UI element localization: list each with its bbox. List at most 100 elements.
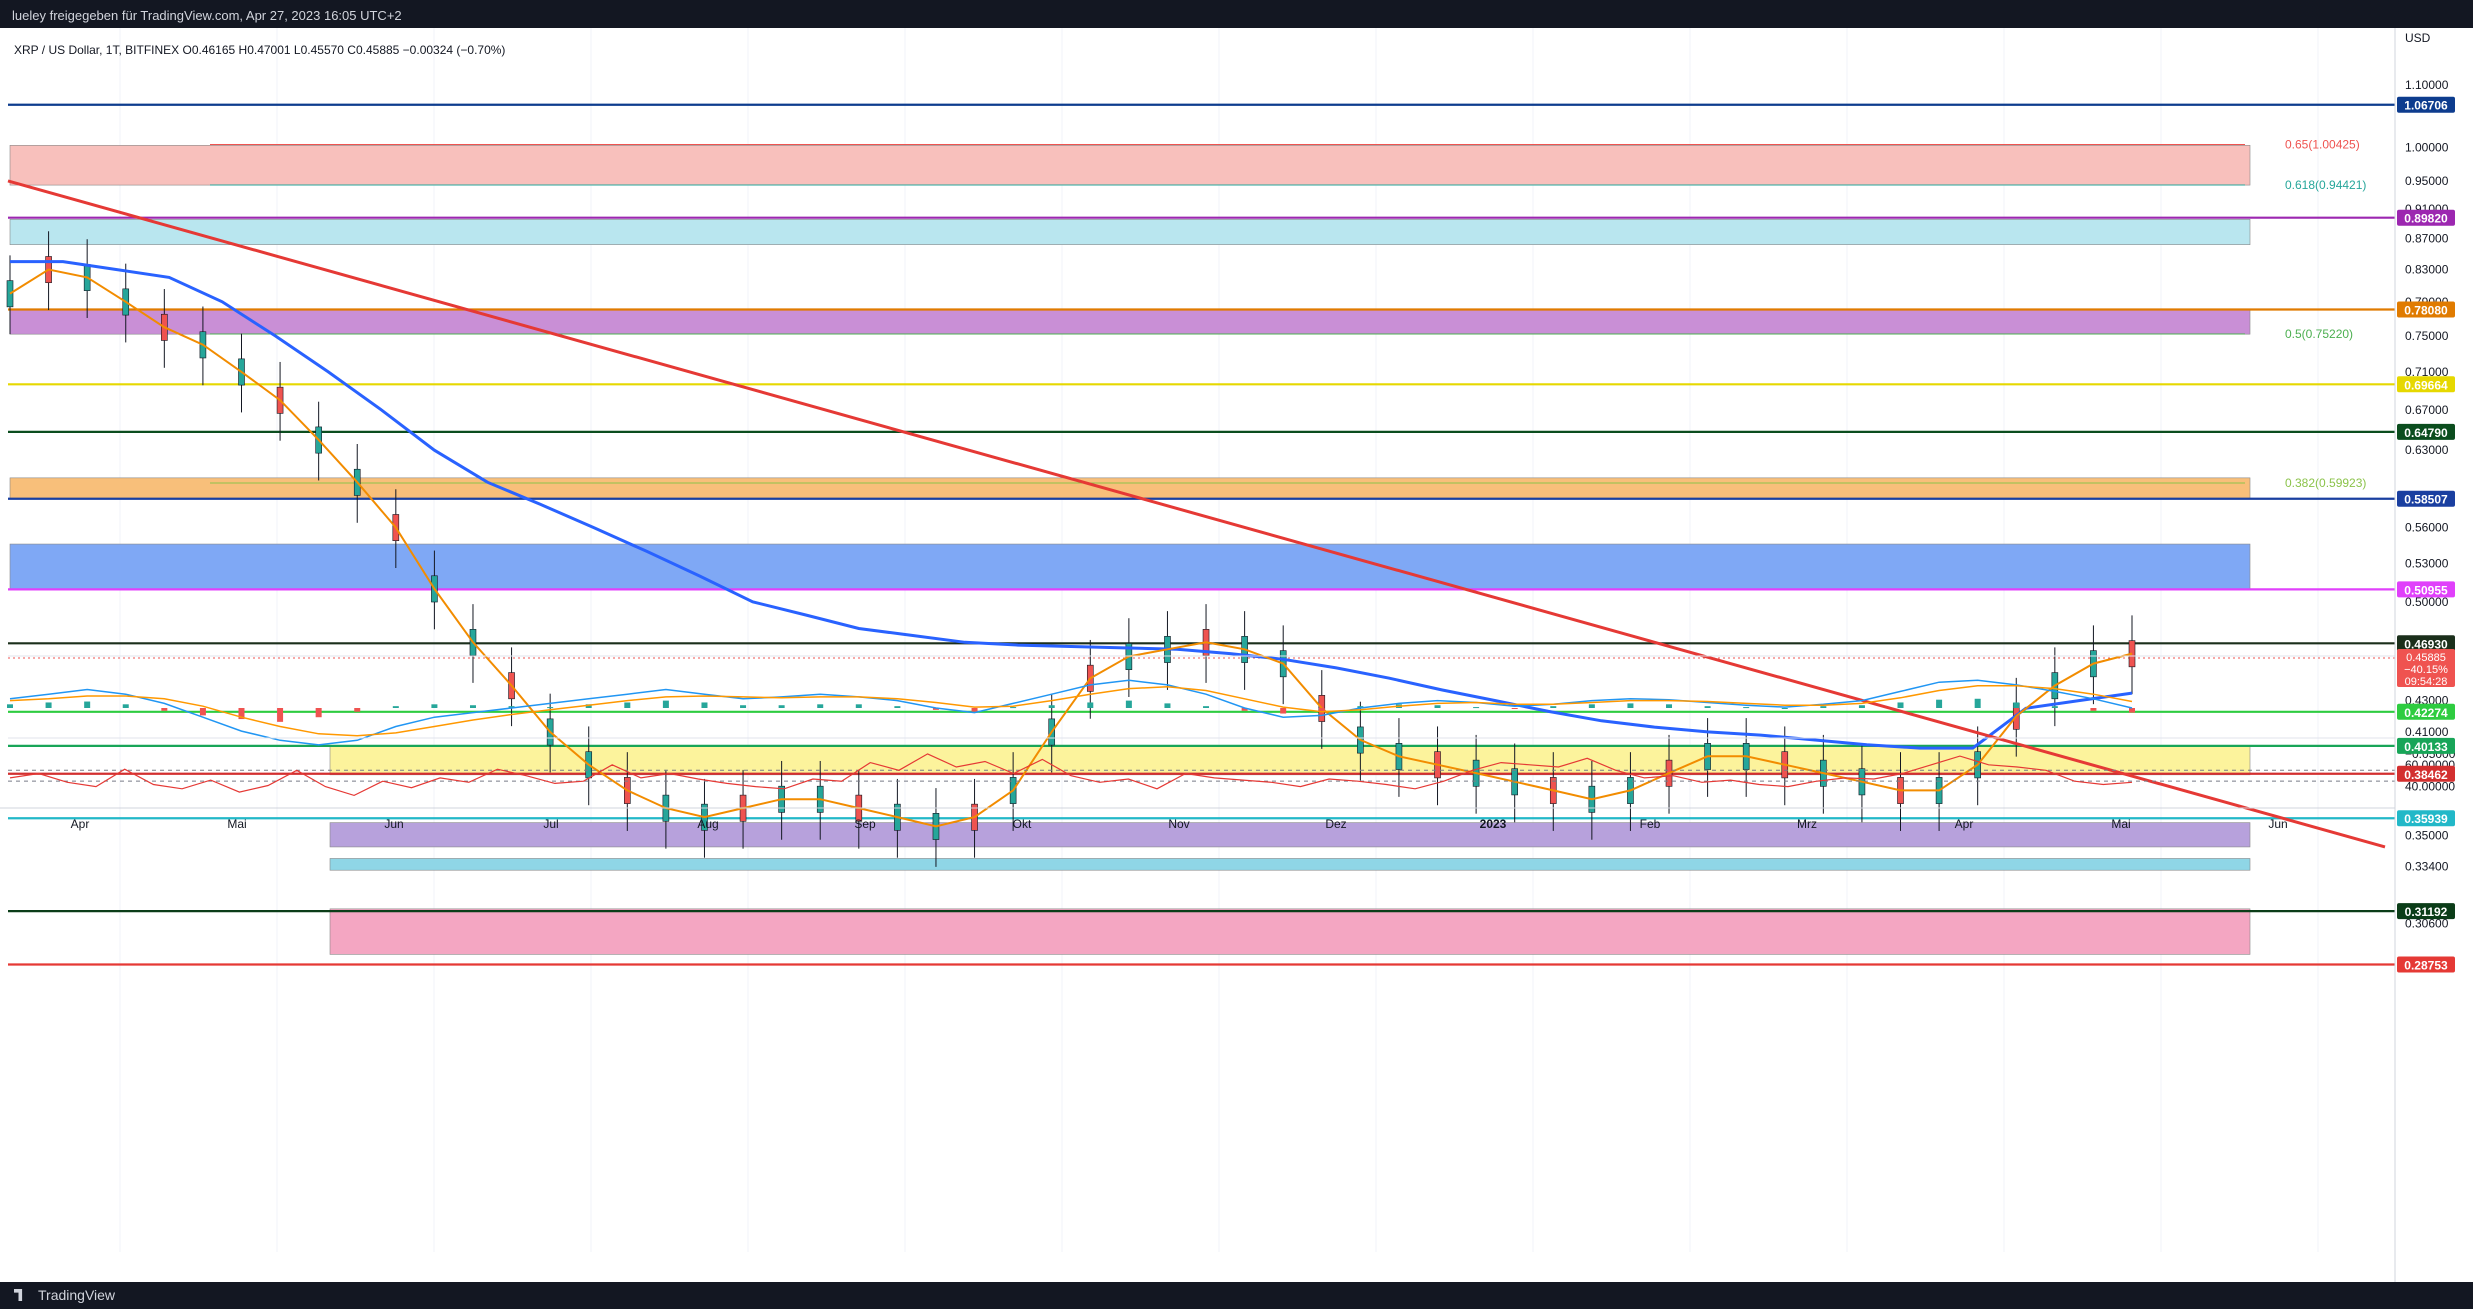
time-tick: Jul bbox=[543, 817, 558, 831]
chart-frame: USD 1.10000 1.00000 0.95000 0.91000 0.87000 0.… bbox=[0, 28, 2473, 1282]
macd-bar bbox=[971, 708, 978, 712]
price-marker-label: 0.40133 bbox=[2404, 740, 2448, 754]
macd-bar bbox=[778, 705, 785, 708]
time-tick: Jun bbox=[2268, 817, 2287, 831]
macd-bar bbox=[1897, 702, 1904, 708]
share-title: lueley freigegeben für TradingView.com, … bbox=[12, 8, 402, 23]
tradingview-icon bbox=[14, 1289, 23, 1301]
blue-zone bbox=[9, 543, 2251, 591]
price-marker-label: 0.31192 bbox=[2405, 905, 2448, 919]
macd-bar bbox=[1588, 704, 1595, 708]
fib-label: 0.382(0.59923) bbox=[2285, 476, 2366, 490]
macd-bar bbox=[1704, 706, 1711, 708]
price-marker-label: 0.69664 bbox=[2404, 378, 2448, 392]
price-tick: 1.00000 bbox=[2405, 140, 2449, 154]
time-tick: Feb bbox=[1640, 817, 1661, 831]
current-price-text: 09:54:28 bbox=[2405, 676, 2448, 688]
price-tick: 0.87000 bbox=[2405, 232, 2449, 246]
price-marker-label: 0.58507 bbox=[2404, 493, 2448, 507]
macd-bar bbox=[122, 704, 129, 708]
macd-bar bbox=[662, 700, 669, 708]
currency-label: USD bbox=[2405, 31, 2431, 45]
chart-canvas[interactable]: USD1.100001.000000.950000.910000.870000.… bbox=[0, 28, 2473, 1282]
price-tick: 0.75000 bbox=[2405, 329, 2449, 343]
macd-bar bbox=[84, 701, 91, 708]
cyan-zone-low bbox=[329, 858, 2251, 871]
macd-bar bbox=[701, 702, 708, 708]
macd-bar bbox=[1820, 706, 1827, 708]
price-marker-label: 0.42274 bbox=[2404, 706, 2448, 720]
time-tick: Okt bbox=[1013, 817, 1032, 831]
price-marker-label: 0.35939 bbox=[2404, 812, 2448, 826]
macd-bar bbox=[1511, 708, 1518, 709]
price-tick: 0.56000 bbox=[2405, 520, 2449, 534]
price-marker-label: 1.06706 bbox=[2404, 99, 2448, 113]
price-tick: 0.83000 bbox=[2405, 262, 2449, 276]
macd-bar bbox=[2013, 702, 2020, 708]
time-tick: Dez bbox=[1325, 817, 1346, 831]
current-price-text: −40.15% bbox=[2404, 664, 2448, 676]
pink-zone-low bbox=[329, 908, 2251, 955]
time-tick: Mai bbox=[227, 817, 246, 831]
macd-bar bbox=[354, 708, 361, 712]
macd-bar bbox=[1858, 705, 1865, 708]
purple-zone-high bbox=[9, 309, 2251, 335]
macd-bar bbox=[1473, 707, 1480, 709]
macd-bar bbox=[7, 704, 13, 708]
macd-bar bbox=[1087, 702, 1094, 708]
price-marker-label: 0.50955 bbox=[2404, 583, 2448, 597]
price-tick: 0.35000 bbox=[2405, 829, 2449, 843]
candle-body bbox=[6, 280, 14, 308]
macd-bar bbox=[161, 708, 168, 711]
tradingview-brand: TradingView bbox=[38, 1287, 116, 1303]
time-tick: Apr bbox=[1955, 817, 1974, 831]
macd-bar bbox=[315, 708, 322, 718]
price-tick: 0.41000 bbox=[2405, 725, 2449, 739]
macd-bar bbox=[199, 708, 206, 716]
macd-bar bbox=[1434, 705, 1441, 708]
macd-bar bbox=[2051, 706, 2058, 708]
time-tick: Aug bbox=[697, 817, 718, 831]
price-marker-label: 0.28753 bbox=[2404, 959, 2448, 973]
macd-bar bbox=[1781, 708, 1788, 709]
macd-bar bbox=[1280, 708, 1287, 714]
macd-bar bbox=[1627, 703, 1634, 708]
time-tick: Nov bbox=[1168, 817, 1189, 831]
price-marker-label: 0.78080 bbox=[2404, 304, 2448, 318]
macd-bar bbox=[894, 706, 901, 708]
fib-label: 0.618(0.94421) bbox=[2285, 178, 2366, 192]
time-tick: 2023 bbox=[1480, 817, 1507, 831]
cyan-zone-high bbox=[9, 219, 2251, 245]
time-tick: Jun bbox=[384, 817, 403, 831]
macd-bar bbox=[392, 706, 399, 708]
price-tick: 0.53000 bbox=[2405, 557, 2449, 571]
macd-bar bbox=[1550, 706, 1557, 708]
macd-bar bbox=[45, 702, 52, 708]
price-tick: 0.33400 bbox=[2405, 859, 2449, 873]
symbol-legend: XRP / US Dollar, 1T, BITFINEX O0.46165 H… bbox=[14, 43, 505, 57]
bottom-bar: TradingView bbox=[0, 1282, 2473, 1309]
macd-bar bbox=[1666, 704, 1673, 708]
macd-bar bbox=[431, 704, 438, 708]
macd-bar bbox=[1974, 698, 1981, 708]
macd-bar bbox=[855, 704, 862, 708]
macd-bar bbox=[547, 707, 554, 709]
price-marker-label: 0.38462 bbox=[2404, 768, 2448, 782]
price-marker-label: 0.89820 bbox=[2404, 212, 2448, 226]
price-tick: 0.95000 bbox=[2405, 174, 2449, 188]
macd-bar bbox=[817, 704, 824, 708]
macd-bar bbox=[1125, 700, 1132, 708]
fib-label: 0.5(0.75220) bbox=[2285, 327, 2353, 341]
time-tick: Mai bbox=[2111, 817, 2130, 831]
tradingview-logo[interactable]: TradingView bbox=[14, 1287, 115, 1303]
macd-bar bbox=[1048, 705, 1055, 708]
price-marker-label: 0.64790 bbox=[2404, 426, 2448, 440]
pink-resistance-zone bbox=[9, 145, 2251, 186]
macd-bar bbox=[740, 705, 747, 708]
macd-bar bbox=[469, 705, 476, 708]
macd-bar bbox=[2129, 708, 2135, 713]
top-bar: lueley freigegeben für TradingView.com, … bbox=[0, 0, 2473, 28]
price-tick: 0.63000 bbox=[2405, 443, 2449, 457]
macd-bar bbox=[1203, 706, 1210, 708]
time-tick: Mrz bbox=[1797, 817, 1817, 831]
